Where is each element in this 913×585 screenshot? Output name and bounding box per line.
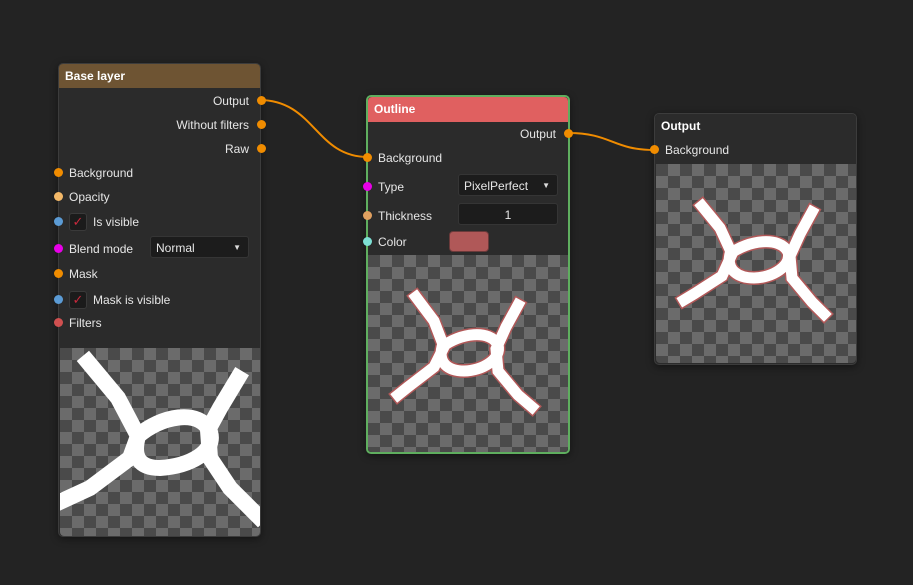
chevron-down-icon: ▼ (542, 181, 550, 190)
output-node[interactable]: Output Background (650, 113, 857, 365)
raw-label: Raw (224, 142, 249, 156)
wire-outline-to-output (567, 132, 656, 151)
wire-base-to-outline (258, 99, 369, 158)
outline-color-socket[interactable] (363, 237, 372, 246)
output-node-background-row: Background (650, 140, 855, 160)
without-filters-row: Without filters (59, 115, 266, 135)
output-row: Output (59, 91, 266, 111)
outline-preview-drawing (388, 287, 542, 417)
base-layer-preview (60, 348, 260, 536)
background-socket[interactable] (54, 168, 63, 177)
base-layer-header[interactable]: Base layer (59, 64, 260, 88)
outline-thickness-socket[interactable] (363, 211, 372, 220)
outline-color-swatch[interactable] (449, 231, 489, 252)
filters-input-row: Filters (54, 313, 259, 333)
output-node-preview (656, 164, 856, 363)
is-visible-input-row: ✓ Is visible (54, 212, 259, 232)
opacity-input-row: Opacity (54, 187, 259, 207)
base-layer-node[interactable]: Base layer Output Without filters Raw Ba… (54, 63, 266, 537)
mask-label: Mask (69, 267, 98, 281)
filters-socket[interactable] (54, 318, 63, 327)
outline-output-label: Output (519, 127, 556, 141)
outline-type-value: PixelPerfect (464, 179, 529, 193)
mask-input-row: Mask (54, 264, 259, 284)
filters-label: Filters (69, 316, 102, 330)
outline-type-label: Type (378, 180, 405, 194)
mask-is-visible-input-row: ✓ Mask is visible (54, 290, 259, 310)
outline-title: Outline (374, 102, 416, 116)
without-filters-socket[interactable] (257, 120, 266, 129)
output-node-preview-drawing (674, 196, 834, 324)
is-visible-checkbox[interactable]: ✓ (69, 213, 87, 231)
outline-type-socket[interactable] (363, 182, 372, 191)
outline-node[interactable]: Outline Output Background Type PixelPerf… (363, 95, 573, 454)
blend-mode-label: Blend mode (69, 242, 134, 256)
opacity-socket[interactable] (54, 192, 63, 201)
is-visible-socket[interactable] (54, 217, 63, 226)
output-node-background-socket[interactable] (650, 145, 659, 154)
outline-type-dropdown[interactable]: PixelPerfect ▼ (458, 174, 558, 196)
outline-output-socket[interactable] (564, 129, 573, 138)
outline-background-label: Background (378, 151, 443, 165)
base-layer-preview-drawing (60, 350, 260, 528)
output-node-background-label: Background (665, 143, 730, 157)
base-layer-title: Base layer (65, 69, 126, 83)
outline-background-socket[interactable] (363, 153, 372, 162)
mask-is-visible-checkbox[interactable]: ✓ (69, 291, 87, 309)
outline-thickness-label: Thickness (378, 209, 433, 223)
background-label: Background (69, 166, 134, 180)
opacity-label: Opacity (69, 190, 110, 204)
without-filters-label: Without filters (176, 118, 249, 132)
blend-mode-socket[interactable] (54, 244, 63, 253)
outline-thickness-input[interactable]: 1 (458, 203, 558, 225)
background-input-row: Background (54, 163, 259, 183)
outline-output-row: Output (368, 124, 573, 144)
mask-is-visible-label: Mask is visible (93, 293, 171, 307)
is-visible-label: Is visible (93, 215, 140, 229)
raw-socket[interactable] (257, 144, 266, 153)
output-socket[interactable] (257, 96, 266, 105)
raw-row: Raw (59, 139, 266, 159)
mask-is-visible-socket[interactable] (54, 295, 63, 304)
blend-mode-value: Normal (156, 241, 195, 255)
outline-preview (368, 255, 568, 452)
output-node-header[interactable]: Output (655, 114, 856, 138)
output-label: Output (212, 94, 249, 108)
outline-background-row: Background (363, 148, 568, 168)
mask-socket[interactable] (54, 269, 63, 278)
outline-color-label: Color (378, 235, 407, 249)
output-node-title: Output (661, 119, 701, 133)
outline-header[interactable]: Outline (368, 97, 568, 122)
chevron-down-icon: ▼ (233, 243, 241, 252)
blend-mode-dropdown[interactable]: Normal ▼ (150, 236, 249, 258)
